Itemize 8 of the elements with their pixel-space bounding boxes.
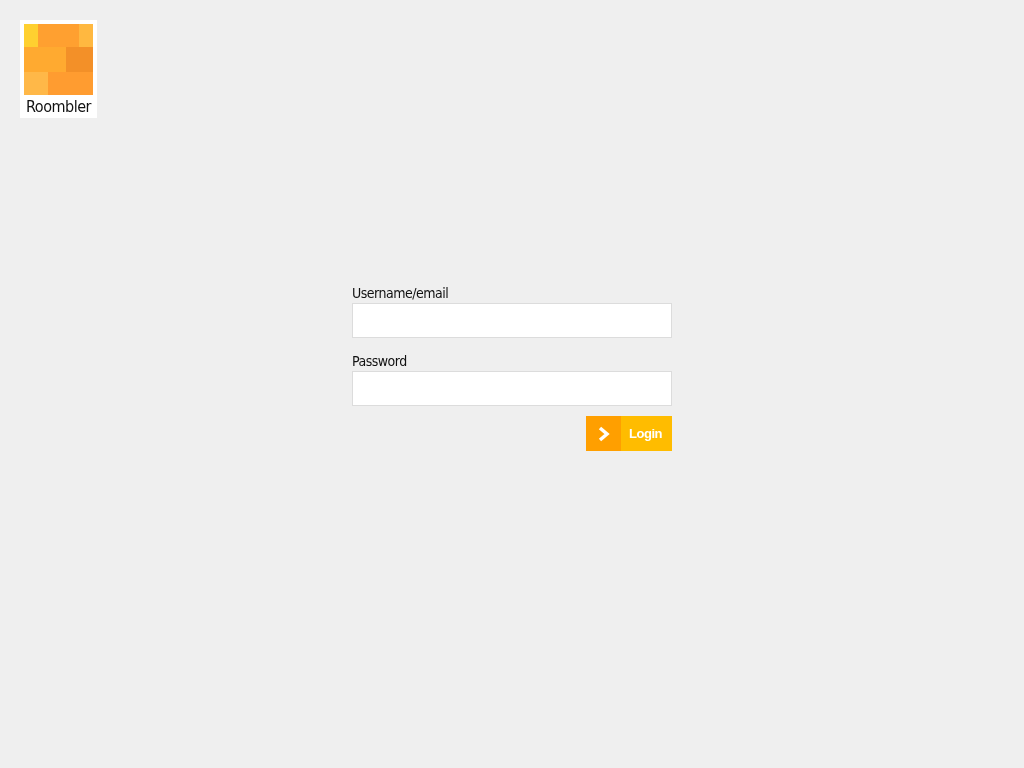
- field-label: Password: [352, 352, 408, 371]
- input-field[interactable]: [352, 303, 672, 338]
- field-label: Username/email: [352, 284, 450, 303]
- logo-icon: [24, 24, 93, 95]
- logo-text: Roombler: [26, 97, 91, 116]
- input-field[interactable]: [352, 371, 672, 406]
- chevron-icon: [597, 425, 610, 442]
- login-button[interactable]: Login: [586, 416, 672, 451]
